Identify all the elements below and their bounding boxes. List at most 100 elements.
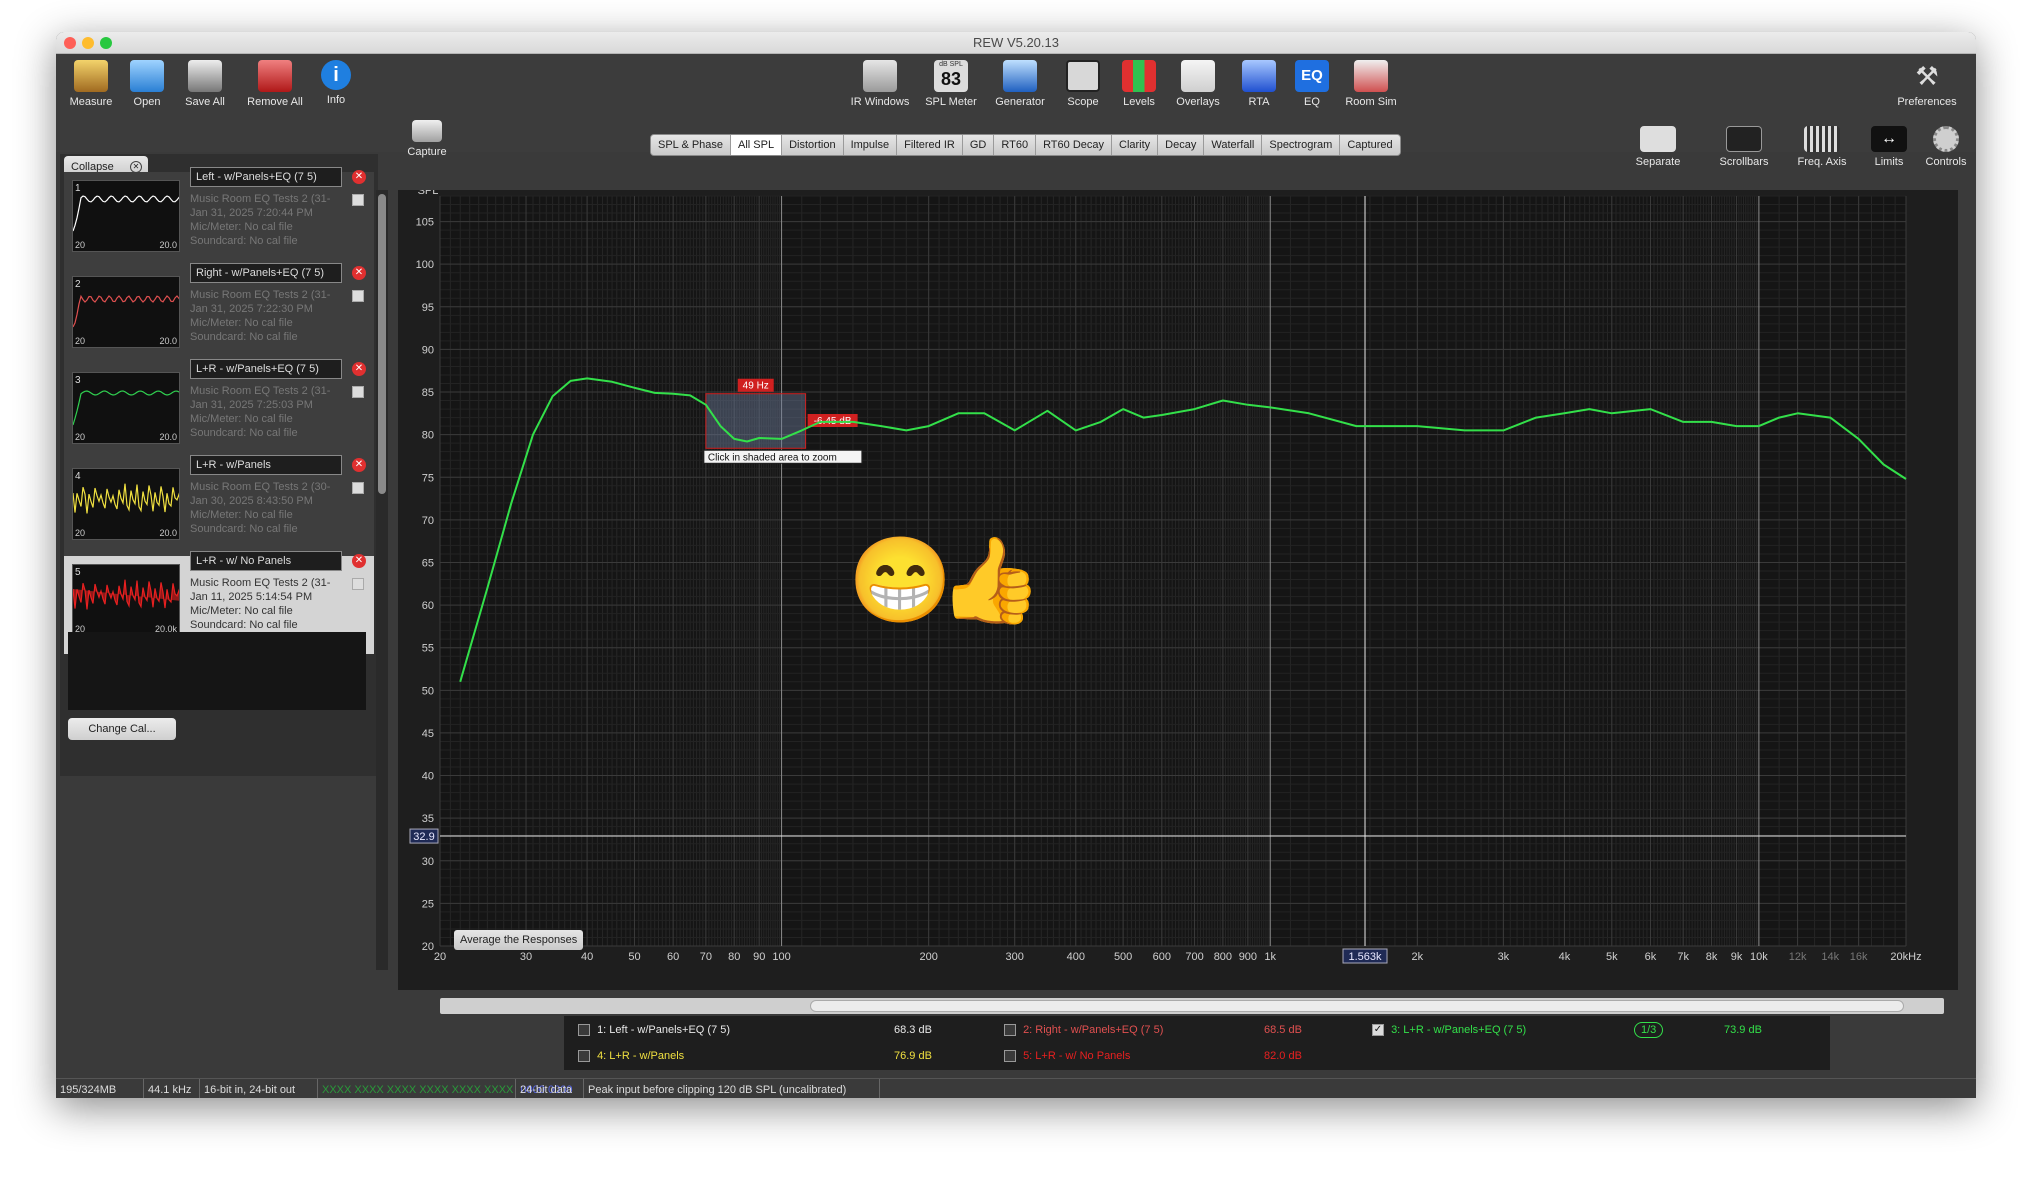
- frequency-scrollbar-thumb[interactable]: [810, 1000, 1904, 1012]
- tab-distortion[interactable]: Distortion: [782, 135, 844, 155]
- measurement-thumbnail[interactable]: 5 20 20.0k: [72, 564, 180, 636]
- status-bar: 195/324MB 44.1 kHz 16-bit in, 24-bit out…: [56, 1078, 1976, 1098]
- measurement-name-field[interactable]: L+R - w/Panels: [190, 455, 342, 475]
- edit-measurement-icon[interactable]: [352, 194, 364, 206]
- tab-impulse[interactable]: Impulse: [843, 135, 898, 155]
- measurement-name-field[interactable]: Right - w/Panels+EQ (7 5): [190, 263, 342, 283]
- tab-rt60[interactable]: RT60: [994, 135, 1037, 155]
- x-tick-label: 100: [772, 951, 790, 963]
- legend-checkbox-5[interactable]: [1004, 1050, 1016, 1063]
- freq-axis-button[interactable]: Freq. Axis: [1790, 126, 1854, 168]
- spl-graph-svg[interactable]: 20 25 30 35 40 45 50 55 60 65 70 75 80 85 90 95 100 105 20…: [398, 185, 1958, 990]
- legend-item-5[interactable]: 5: L+R - w/ No Panels: [1004, 1050, 1130, 1063]
- y-tick-label: 105: [416, 217, 434, 229]
- legend-item-1[interactable]: 1: Left - w/Panels+EQ (7 5): [578, 1024, 730, 1037]
- zoom-freq-label: 49 Hz: [743, 381, 769, 392]
- thumbs-up-icon: 👍: [938, 533, 1043, 627]
- tab-spectrogram[interactable]: Spectrogram: [1262, 135, 1341, 155]
- legend-item-2[interactable]: 2: Right - w/Panels+EQ (7 5): [1004, 1024, 1163, 1037]
- legend-checkbox-2[interactable]: [1004, 1024, 1016, 1037]
- change-cal-button[interactable]: Change Cal...: [68, 718, 176, 740]
- generator-button[interactable]: Generator: [990, 60, 1050, 108]
- measurement-thumbnail[interactable]: 2 20 20.0: [72, 276, 180, 348]
- measure-button[interactable]: Measure: [66, 60, 116, 108]
- open-button[interactable]: Open: [122, 60, 172, 108]
- info-button[interactable]: i Info: [314, 60, 358, 106]
- remove-measurement-icon[interactable]: ✕: [352, 554, 366, 568]
- eq-button[interactable]: EQ EQ: [1292, 60, 1332, 108]
- x-tick-label: 300: [1006, 951, 1024, 963]
- measurement-name-field[interactable]: Left - w/Panels+EQ (7 5): [190, 167, 342, 187]
- separate-button[interactable]: Separate: [1628, 126, 1688, 168]
- thumbnail-polyline: [73, 294, 179, 328]
- close-window-button[interactable]: [64, 37, 76, 49]
- remove-measurement-icon[interactable]: ✕: [352, 266, 366, 280]
- capture-button[interactable]: Capture: [402, 120, 452, 158]
- measurement-item[interactable]: Right - w/Panels+EQ (7 5) ✕ 2 20 20.0 Music R…: [64, 263, 374, 366]
- measurement-thumbnail[interactable]: 3 20 20.0: [72, 372, 180, 444]
- edit-measurement-icon[interactable]: [352, 482, 364, 494]
- zoom-selection[interactable]: [705, 393, 807, 449]
- measurement-info: Music Room EQ Tests 2 (30- Jan 30, 2025 8…: [190, 480, 340, 536]
- remove-measurement-icon[interactable]: ✕: [352, 170, 366, 184]
- measurement-item[interactable]: Left - w/Panels+EQ (7 5) ✕ 1 20 20.0 Music Ro…: [64, 167, 374, 270]
- tab-spl-phase[interactable]: SPL & Phase: [651, 135, 732, 155]
- legend-checkbox-4[interactable]: [578, 1050, 590, 1063]
- measurement-info-line: Soundcard: No cal file: [190, 235, 298, 247]
- limits-button[interactable]: ↔ Limits: [1864, 126, 1914, 168]
- scrollbar-thumb[interactable]: [378, 194, 386, 494]
- spl-graph[interactable]: 20 25 30 35 40 45 50 55 60 65 70 75 80 85 90 95 100 105 20…: [398, 185, 1958, 990]
- tab-waterfall[interactable]: Waterfall: [1204, 135, 1263, 155]
- window-title: REW V5.20.13: [973, 35, 1059, 50]
- smoothing-selector[interactable]: 1/3: [1634, 1022, 1664, 1038]
- x-tick-label: 1k: [1264, 951, 1276, 963]
- tab-decay[interactable]: Decay: [1158, 135, 1205, 155]
- measurement-item[interactable]: L+R - w/Panels ✕ 4 20 20.0 Music Room EQ Test…: [64, 455, 374, 558]
- measurement-scrollbar[interactable]: [376, 190, 388, 970]
- tab-gd[interactable]: GD: [962, 135, 995, 155]
- average-responses-button[interactable]: Average the Responses: [454, 930, 584, 950]
- edit-measurement-icon[interactable]: [352, 386, 364, 398]
- legend-checkbox-1[interactable]: [578, 1024, 590, 1037]
- room-sim-button[interactable]: Room Sim: [1342, 60, 1400, 108]
- ir-windows-button[interactable]: IR Windows: [850, 60, 910, 108]
- levels-button[interactable]: Levels: [1116, 60, 1162, 108]
- tab-clarity[interactable]: Clarity: [1112, 135, 1159, 155]
- measurement-thumbnail[interactable]: 4 20 20.0: [72, 468, 180, 540]
- controls-button[interactable]: Controls: [1920, 126, 1972, 168]
- frequency-scrollbar[interactable]: [440, 998, 1944, 1014]
- remove-all-button[interactable]: Remove All: [242, 60, 308, 108]
- measurement-thumbnail[interactable]: 1 20 20.0: [72, 180, 180, 252]
- overlays-button[interactable]: Overlays: [1170, 60, 1226, 108]
- measurement-info-line: Mic/Meter: No cal file: [190, 413, 293, 425]
- rta-button[interactable]: RTA: [1236, 60, 1282, 108]
- x-tick-label: 16k: [1850, 951, 1868, 963]
- thumbnail-fmin: 20: [75, 432, 86, 442]
- measurement-item[interactable]: L+R - w/Panels+EQ (7 5) ✕ 3 20 20.0 Music Roo…: [64, 359, 374, 462]
- measurement-name-field[interactable]: L+R - w/ No Panels: [190, 551, 342, 571]
- zoom-window-button[interactable]: [100, 37, 112, 49]
- y-tick-label: 95: [422, 302, 434, 314]
- minimize-window-button[interactable]: [82, 37, 94, 49]
- save-all-button[interactable]: Save All: [180, 60, 230, 108]
- tab-all-spl[interactable]: All SPL: [731, 135, 783, 155]
- tab-captured[interactable]: Captured: [1340, 135, 1400, 155]
- thumbnail-fmax: 20.0: [159, 432, 177, 442]
- edit-measurement-icon[interactable]: [352, 578, 364, 590]
- tab-rt60-decay[interactable]: RT60 Decay: [1036, 135, 1112, 155]
- scrollbars-button[interactable]: Scrollbars: [1714, 126, 1774, 168]
- x-tick-label: 30: [520, 951, 532, 963]
- legend-item-3[interactable]: ✓ 3: L+R - w/Panels+EQ (7 5): [1372, 1024, 1526, 1037]
- legend-checkbox-3[interactable]: ✓: [1372, 1024, 1384, 1037]
- legend-item-4[interactable]: 4: L+R - w/Panels: [578, 1050, 684, 1063]
- preferences-button[interactable]: ⚒ Preferences: [1892, 60, 1962, 108]
- remove-measurement-icon[interactable]: ✕: [352, 458, 366, 472]
- scope-button[interactable]: Scope: [1060, 60, 1106, 108]
- scrollbars-icon: [1726, 126, 1762, 152]
- spl-meter-button[interactable]: dB SPL 83 SPL Meter: [922, 60, 980, 108]
- edit-measurement-icon[interactable]: [352, 290, 364, 302]
- measurement-info-line: Music Room EQ Tests 2 (31-: [190, 577, 331, 589]
- remove-measurement-icon[interactable]: ✕: [352, 362, 366, 376]
- measurement-name-field[interactable]: L+R - w/Panels+EQ (7 5): [190, 359, 342, 379]
- tab-filtered-ir[interactable]: Filtered IR: [897, 135, 963, 155]
